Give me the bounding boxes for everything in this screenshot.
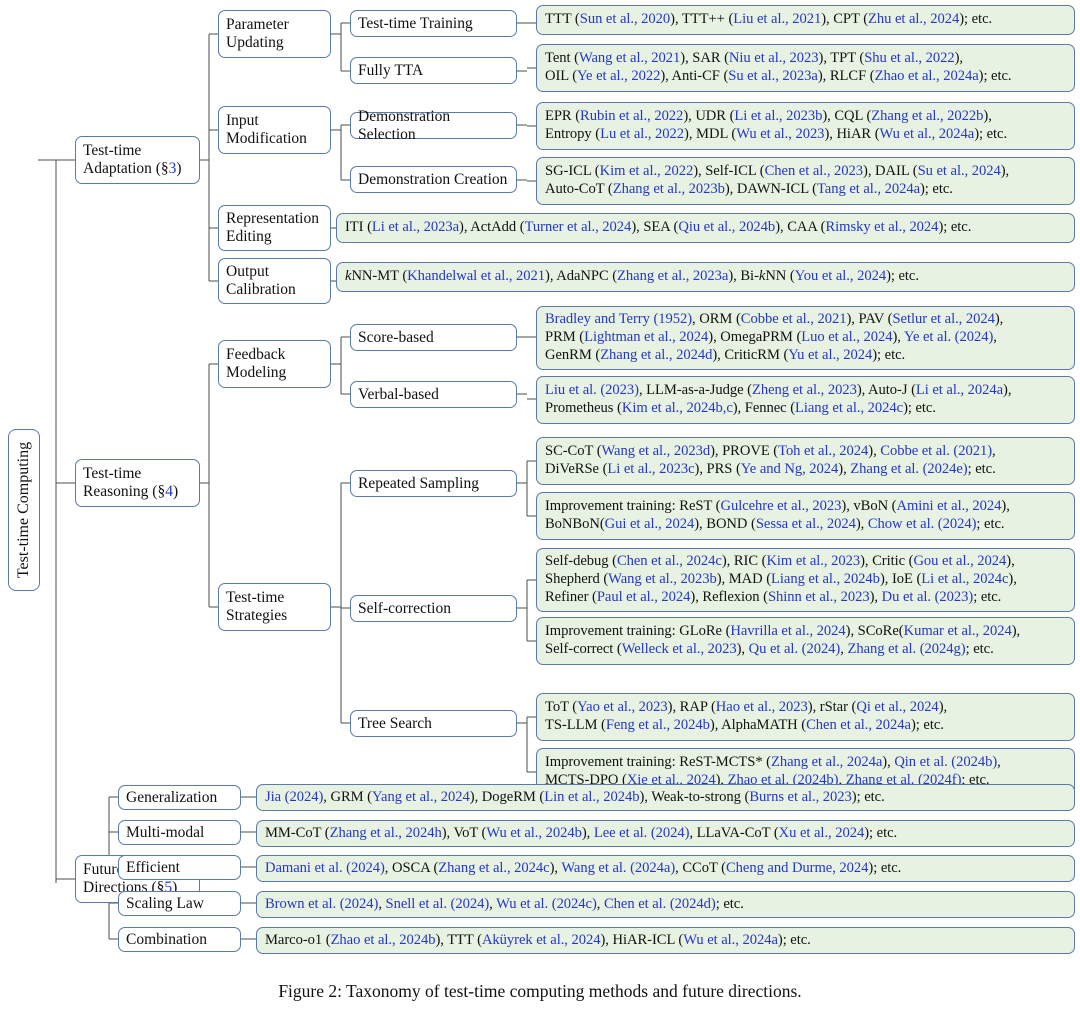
- node-label: Repeated Sampling: [358, 474, 479, 492]
- root-node-label: Test-time Computing: [15, 441, 33, 579]
- node-label: Efficient: [126, 858, 180, 876]
- node-multi-modal: Multi-modal: [118, 820, 241, 845]
- branch-label: Test-time Reasoning (§4): [83, 465, 179, 500]
- node-demonstration-selection: Demonstration Selection: [350, 108, 517, 143]
- node-test-time-training: Test-time Training: [350, 10, 517, 37]
- node-label: Representation Editing: [226, 210, 319, 245]
- node-input-modification: Input Modification: [218, 106, 331, 154]
- taxonomy-diagram: Test-time Computing Test-time Adaptation …: [0, 0, 1080, 1019]
- node-label: Scaling Law: [126, 894, 204, 912]
- node-combination: Combination: [118, 927, 241, 952]
- node-repeated-sampling: Repeated Sampling: [350, 470, 517, 497]
- root-node-test-time-computing: Test-time Computing: [8, 429, 40, 591]
- node-label: Demonstration Selection: [358, 107, 451, 143]
- node-label: Test-time Strategies: [226, 589, 288, 624]
- node-label: Feedback Modeling: [226, 346, 287, 381]
- node-representation-editing: Representation Editing: [218, 205, 331, 251]
- node-generalization: Generalization: [118, 785, 241, 810]
- node-verbal-based: Verbal-based: [350, 381, 517, 408]
- node-label: Parameter Updating: [226, 16, 289, 51]
- node-demonstration-creation: Demonstration Creation: [350, 166, 517, 193]
- node-tree-search: Tree Search: [350, 710, 517, 737]
- node-label: Tree Search: [358, 714, 432, 732]
- leaf-combination: Marco-o1 (Zhao et al., 2024b), TTT (Aküy…: [256, 927, 1075, 954]
- node-label: Fully TTA: [358, 61, 424, 79]
- leaf-demonstration-selection: EPR (Rubin et al., 2022), UDR (Li et al.…: [536, 102, 1075, 150]
- node-label: Score-based: [358, 328, 434, 346]
- node-score-based: Score-based: [350, 324, 517, 351]
- leaf-representation-editing: ITI (Li et al., 2023a), ActAdd (Turner e…: [336, 213, 1075, 243]
- node-scaling-law: Scaling Law: [118, 891, 241, 916]
- leaf-self-correction-improvement-training: Improvement training: GLoRe (Havrilla et…: [536, 617, 1075, 665]
- figure-caption: Figure 2: Taxonomy of test-time computin…: [278, 981, 802, 1001]
- leaf-repeated-sampling-improvement-training: Improvement training: ReST (Gulcehre et …: [536, 492, 1075, 540]
- leaf-score-based: Bradley and Terry (1952), ORM (Cobbe et …: [536, 306, 1075, 370]
- leaf-output-calibration: kNN-MT (Khandelwal et al., 2021), AdaNPC…: [336, 262, 1075, 292]
- leaf-efficient: Damani et al. (2024), OSCA (Zhang et al.…: [256, 855, 1075, 882]
- node-label: Combination: [126, 930, 207, 948]
- branch-label: Test-time Adaptation (§3): [83, 142, 182, 177]
- leaf-scaling-law: Brown et al. (2024), Snell et al. (2024)…: [256, 891, 1075, 918]
- leaf-repeated-sampling-methods: SC-CoT (Wang et al., 2023d), PROVE (Toh …: [536, 437, 1075, 485]
- leaf-demonstration-creation: SG-ICL (Kim et al., 2022), Self-ICL (Che…: [536, 157, 1075, 205]
- node-label: Test-time Training: [358, 14, 473, 32]
- node-feedback-modeling: Feedback Modeling: [218, 340, 331, 388]
- leaf-multi-modal: MM-CoT (Zhang et al., 2024h), VoT (Wu et…: [256, 820, 1075, 847]
- node-label: Self-correction: [358, 599, 451, 617]
- node-parameter-updating: Parameter Updating: [218, 10, 331, 58]
- node-test-time-strategies: Test-time Strategies: [218, 583, 331, 631]
- leaf-self-correction-methods: Self-debug (Chen et al., 2024c), RIC (Ki…: [536, 548, 1075, 612]
- leaf-test-time-training: TTT (Sun et al., 2020), TTT++ (Liu et al…: [536, 5, 1075, 35]
- node-label: Generalization: [126, 788, 218, 806]
- node-efficient: Efficient: [118, 855, 241, 880]
- leaf-tree-search-methods: ToT (Yao et al., 2023), RAP (Hao et al.,…: [536, 693, 1075, 741]
- branch-test-time-reasoning: Test-time Reasoning (§4): [75, 459, 200, 507]
- node-output-calibration: Output Calibration: [218, 258, 331, 304]
- node-label: Verbal-based: [358, 385, 439, 403]
- leaf-generalization: Jia (2024), GRM (Yang et al., 2024), Dog…: [256, 784, 1075, 811]
- leaf-fully-tta: Tent (Wang et al., 2021), SAR (Niu et al…: [536, 44, 1075, 92]
- node-label: Demonstration Creation: [358, 170, 508, 188]
- node-label: Multi-modal: [126, 823, 205, 841]
- leaf-verbal-based: Liu et al. (2023), LLM-as-a-Judge (Zheng…: [536, 376, 1075, 424]
- node-label: Input Modification: [226, 112, 307, 147]
- node-self-correction: Self-correction: [350, 595, 517, 622]
- node-fully-tta: Fully TTA: [350, 57, 517, 84]
- branch-test-time-adaptation: Test-time Adaptation (§3): [75, 136, 200, 184]
- node-label: Output Calibration: [226, 263, 296, 298]
